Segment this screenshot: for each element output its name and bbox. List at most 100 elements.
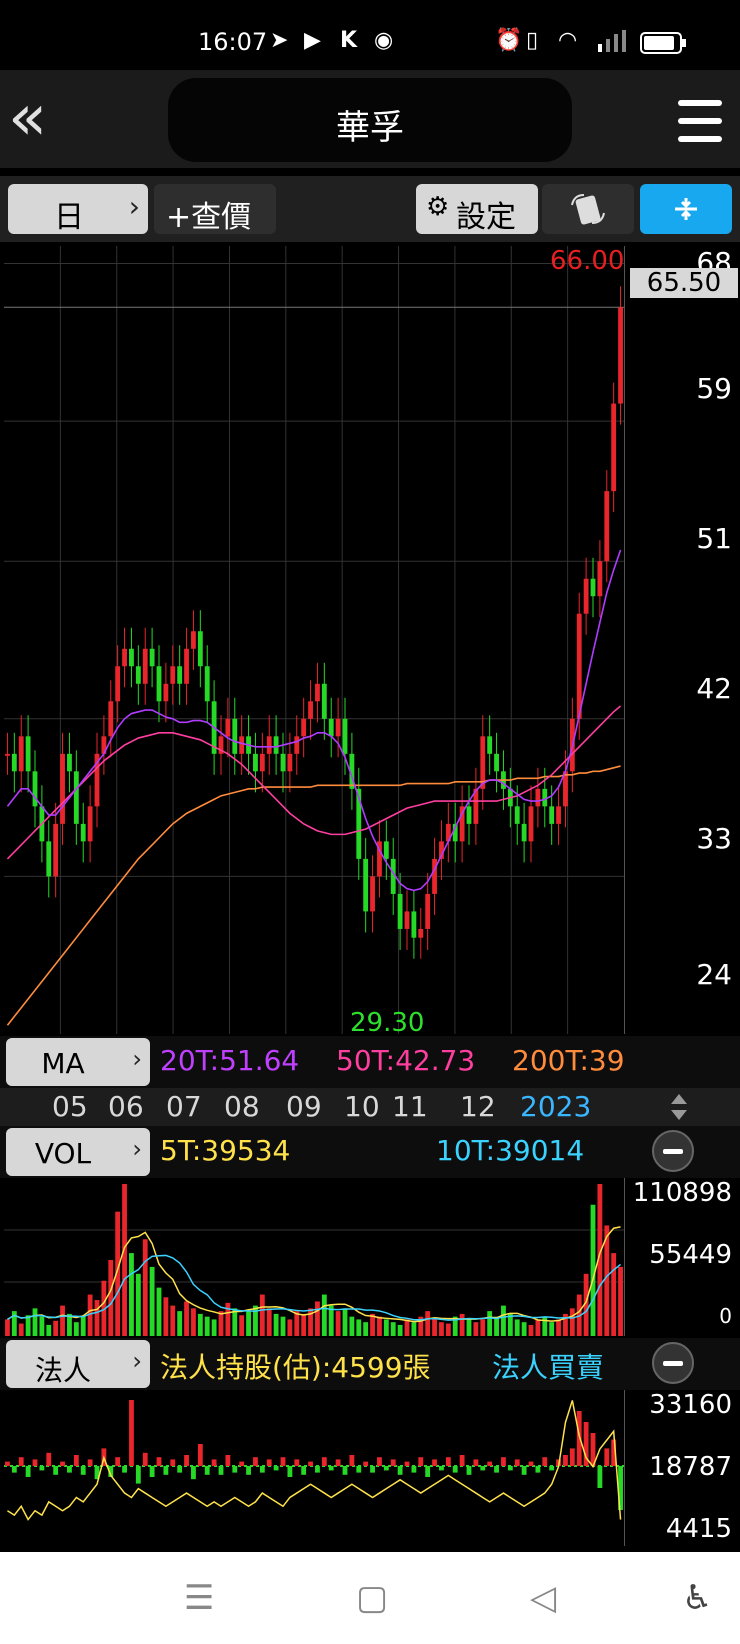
period-label: 日 [54,200,84,235]
institutional-chart-svg [4,1400,624,1521]
rotate-button[interactable] [542,184,634,234]
volume-bar [177,1311,183,1336]
volume-bar [459,1313,465,1336]
collapse-institutional-button[interactable] [652,1342,694,1384]
institutional-bar [487,1461,493,1466]
institutional-bar [501,1457,506,1466]
institutional-bar [163,1466,169,1475]
candle-body [273,736,279,754]
institutional-bar [514,1459,520,1466]
fullscreen-button[interactable] [640,184,732,234]
institutional-bar [184,1455,189,1466]
institutional-bar [383,1466,389,1471]
institutional-bar [542,1457,548,1466]
volume-bar [507,1313,513,1336]
vol-selector[interactable]: VOL › [6,1128,150,1176]
collapse-volume-button[interactable] [652,1130,694,1172]
institutional-bar [46,1452,52,1466]
volume-bar [315,1301,320,1336]
ma200-value: 200T:39 [512,1044,625,1077]
institutional-bar [425,1466,431,1477]
institutional-bar [232,1466,238,1473]
holding-line [7,1400,622,1521]
institutional-bar [459,1455,465,1466]
institutional-selector[interactable]: 法人 › [6,1340,150,1388]
volume-bar [425,1311,431,1336]
candle-body [197,631,203,667]
y-tick: 42 [696,672,732,705]
ma-selector[interactable]: MA › [6,1038,150,1086]
volume-bar [149,1266,155,1336]
candle-body [321,683,327,719]
volume-bar [156,1287,162,1336]
volume-bar [618,1266,623,1336]
volume-bar [521,1322,527,1336]
candle-body [528,806,534,842]
institutional-chart[interactable] [4,1390,625,1546]
institutional-bar [170,1459,176,1466]
institutional-bar [521,1466,527,1475]
candle-body [363,858,369,912]
volume-bar [135,1273,141,1336]
ma-indicator-row: MA › 20T:51.64 50T:42.73 200T:39 [0,1036,740,1088]
query-price-button[interactable]: +查價 [154,184,276,235]
back-icon[interactable]: « [8,86,78,150]
period-selector[interactable]: 日 › [8,184,148,235]
collapse-icon [675,198,697,220]
candle-body [18,736,24,772]
institutional-label: 法人 [34,1354,91,1387]
institutional-indicator-row: 法人 › 法人持股(估):4599張 法人買賣 [0,1338,740,1390]
volume-bar [321,1294,327,1336]
institutional-bar [60,1461,65,1466]
candle-body [129,648,134,667]
candle-body [404,911,410,929]
x-tick: 11 [392,1090,428,1123]
candle-body [32,771,38,807]
volume-bar [542,1316,548,1336]
menu-icon[interactable] [678,100,722,142]
institutional-bar [301,1466,307,1475]
chart-toolbar: 日 › +查價 ⚙ 設定 [0,176,740,242]
accessibility-icon[interactable]: ♿ [682,1578,712,1618]
candle-body [67,753,72,772]
volume-bar [218,1311,224,1336]
app-notify-icon: ◉ [374,28,394,53]
candle-body [535,788,541,807]
settings-button[interactable]: ⚙ 設定 [416,184,538,235]
institutional-bar [390,1459,396,1466]
institutional-bar [39,1466,45,1471]
volume-bar [514,1319,520,1336]
institutional-bar [597,1466,603,1488]
volume-bar [273,1313,279,1336]
volume-bar [122,1184,127,1336]
institutional-bar [370,1466,375,1473]
battery-icon [640,32,688,58]
candle-body [287,753,293,772]
volume-bar [549,1322,555,1336]
date-axis: 05 06 07 08 09 10 11 12 2023 [0,1088,740,1126]
chevron-right-icon: › [128,190,140,223]
resize-handle-icon[interactable] [670,1092,688,1126]
volume-bar [611,1253,617,1336]
rotate-screen-icon [571,194,605,225]
candle-body [618,307,623,404]
y-tick: 51 [696,522,732,555]
candle-body [142,648,148,684]
volume-bar [569,1308,575,1336]
candle-body [253,753,258,772]
institutional-bar [315,1466,320,1473]
institutional-bar [473,1459,479,1466]
vol5-value: 5T:39534 [160,1134,291,1167]
institutional-bar [73,1455,79,1466]
institutional-bar [349,1455,355,1466]
price-chart[interactable]: 66.00 29.30 [4,246,625,1038]
recent-apps-icon[interactable]: ☰ [184,1578,214,1618]
home-icon[interactable]: ▢ [356,1578,388,1618]
current-price-tag: 65.50 [630,268,738,298]
y-tick: 59 [696,372,732,405]
volume-bar [46,1324,52,1336]
back-nav-icon[interactable]: ◁ [530,1578,556,1618]
volume-chart[interactable] [4,1178,625,1336]
volume-bar [342,1308,348,1336]
institutional-bar [569,1448,575,1466]
